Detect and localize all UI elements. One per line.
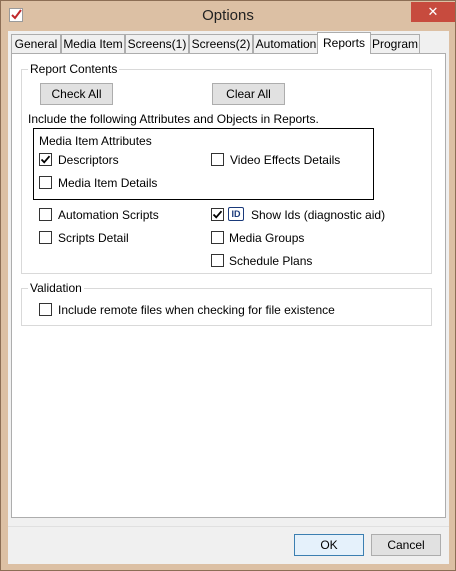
tab-automation[interactable]: Automation	[253, 34, 319, 53]
cancel-button[interactable]: Cancel	[371, 534, 441, 556]
check-all-button[interactable]: Check All	[40, 83, 113, 105]
tab-general[interactable]: General	[11, 34, 61, 53]
video-effects-details-checkbox[interactable]	[211, 153, 224, 166]
clear-all-button[interactable]: Clear All	[212, 83, 285, 105]
id-badge-icon: ID	[228, 207, 244, 221]
tab-screens-2[interactable]: Screens(2)	[189, 34, 253, 53]
automation-scripts-checkbox[interactable]	[39, 208, 52, 221]
include-remote-files-label: Include remote files when checking for f…	[58, 303, 335, 317]
footer-divider	[8, 526, 449, 527]
schedule-plans-checkbox[interactable]	[211, 254, 224, 267]
scripts-detail-label: Scripts Detail	[58, 231, 129, 245]
ok-button[interactable]: OK	[294, 534, 364, 556]
validation-group: Validation Include remote files when che…	[21, 281, 432, 326]
checkmark-icon	[212, 210, 223, 219]
tab-reports[interactable]: Reports	[317, 32, 371, 54]
window-title: Options	[202, 7, 254, 24]
tab-media-item[interactable]: Media Item	[61, 34, 125, 53]
video-effects-details-label: Video Effects Details	[230, 153, 341, 167]
validation-label: Validation	[28, 281, 84, 295]
media-groups-label: Media Groups	[229, 231, 305, 245]
descriptors-checkbox[interactable]	[39, 153, 52, 166]
media-item-attributes-label: Media Item Attributes	[39, 134, 152, 148]
automation-scripts-label: Automation Scripts	[58, 208, 159, 222]
close-icon: ✕	[427, 4, 439, 19]
media-item-attributes-box: Media Item Attributes Descriptors Video …	[33, 128, 374, 200]
instruction-text: Include the following Attributes and Obj…	[28, 112, 319, 126]
dialog-client-area: General Media Item Screens(1) Screens(2)…	[8, 31, 449, 564]
reports-panel: Report Contents Check All Clear All Incl…	[11, 53, 446, 518]
show-ids-label: Show Ids (diagnostic aid)	[251, 208, 386, 222]
include-remote-files-checkbox[interactable]	[39, 303, 52, 316]
show-ids-checkbox[interactable]	[211, 208, 224, 221]
report-contents-label: Report Contents	[28, 62, 120, 76]
media-item-details-label: Media Item Details	[58, 176, 158, 190]
media-item-details-checkbox[interactable]	[39, 176, 52, 189]
descriptors-label: Descriptors	[58, 153, 119, 167]
media-groups-checkbox[interactable]	[211, 231, 224, 244]
report-contents-group: Report Contents Check All Clear All Incl…	[21, 62, 432, 274]
tab-program[interactable]: Program	[370, 34, 420, 53]
scripts-detail-checkbox[interactable]	[39, 231, 52, 244]
schedule-plans-label: Schedule Plans	[229, 254, 313, 268]
checkmark-icon	[40, 155, 51, 164]
options-window: Options ✕ General Media Item Screens(1) …	[0, 0, 456, 571]
title-bar[interactable]: Options ✕	[1, 1, 455, 31]
close-button[interactable]: ✕	[411, 2, 455, 22]
tab-screens-1[interactable]: Screens(1)	[125, 34, 189, 53]
